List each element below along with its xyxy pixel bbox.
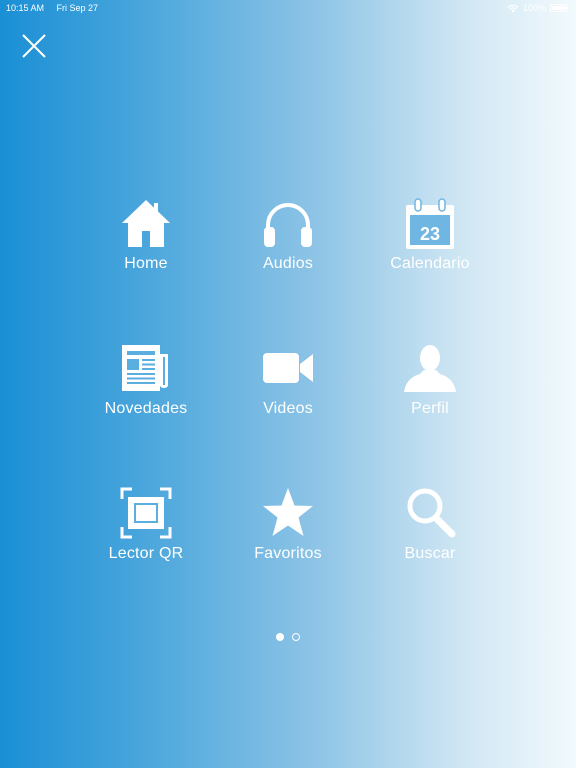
page-indicator: [0, 633, 576, 641]
status-right: 100%: [507, 0, 568, 16]
menu-label-favoritos: Favoritos: [254, 545, 322, 562]
menu-item-novedades[interactable]: Novedades: [75, 340, 217, 430]
search-icon: [407, 488, 456, 538]
menu-label-audios: Audios: [262, 255, 314, 272]
menu-item-home[interactable]: Home: [75, 195, 217, 285]
calendar-icon: 23: [406, 198, 454, 249]
menu-item-perfil[interactable]: Perfil: [359, 340, 501, 430]
menu-item-audios[interactable]: Audios: [217, 195, 359, 285]
star-icon: [263, 488, 313, 536]
menu-item-favoritos[interactable]: Favoritos: [217, 485, 359, 575]
menu-item-buscar[interactable]: Buscar: [359, 485, 501, 575]
menu-label-novedades: Novedades: [104, 400, 188, 417]
user-icon: [404, 345, 456, 392]
calendar-icon-day: 23: [420, 224, 440, 244]
menu-label-calendario: Calendario: [390, 255, 470, 272]
menu-label-buscar: Buscar: [404, 545, 456, 562]
menu-item-calendario[interactable]: 23 Calendario: [359, 195, 501, 285]
status-time: 10:15 AM: [6, 3, 45, 13]
battery-percent: 100%: [522, 3, 546, 13]
qr-scanner-icon: [120, 487, 172, 539]
status-left: 10:15 AM Fri Sep 27: [6, 0, 98, 16]
battery-icon: [550, 4, 568, 12]
menu-label-home: Home: [124, 255, 168, 272]
status-bar: 10:15 AM Fri Sep 27 100%: [0, 0, 576, 16]
close-button[interactable]: [20, 32, 48, 60]
wifi-icon: [507, 4, 519, 12]
menu-label-perfil: Perfil: [411, 400, 449, 417]
page-dot-1[interactable]: [276, 633, 284, 641]
page-dot-2[interactable]: [292, 633, 300, 641]
newspaper-icon: [122, 345, 168, 391]
menu-label-lector-qr: Lector QR: [108, 545, 184, 562]
close-icon: [22, 34, 46, 58]
headphones-icon: [264, 203, 312, 247]
status-date: Fri Sep 27: [56, 3, 99, 13]
home-icon: [122, 200, 170, 247]
menu-item-lector-qr[interactable]: Lector QR: [75, 485, 217, 575]
video-camera-icon: [263, 353, 313, 383]
menu-item-videos[interactable]: Videos: [217, 340, 359, 430]
menu-label-videos: Videos: [263, 400, 313, 417]
